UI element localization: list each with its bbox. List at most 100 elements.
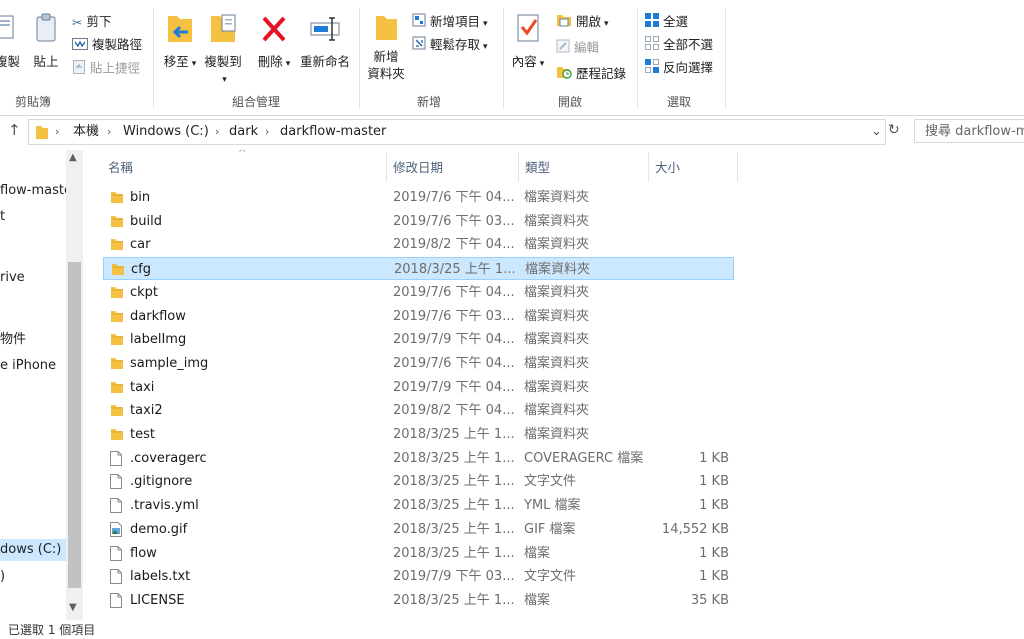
new-folder-label-line1: 新增 bbox=[373, 49, 399, 64]
file-name: car bbox=[130, 237, 151, 253]
open-folder-icon bbox=[556, 13, 572, 33]
nav-item-windows-c[interactable]: dows (C:) bbox=[0, 539, 66, 561]
file-type: 檔案 bbox=[524, 592, 551, 608]
up-arrow-icon[interactable]: ↑ bbox=[8, 121, 21, 139]
cut-button[interactable]: ✂ 剪下 bbox=[72, 12, 112, 32]
move-to-button[interactable]: 移至 ▾ bbox=[160, 12, 200, 70]
new-folder-button[interactable]: 新增 資料夾 bbox=[364, 12, 408, 82]
edit-button[interactable]: 編輯 bbox=[556, 38, 599, 58]
easy-access-label: 輕鬆存取 bbox=[430, 37, 481, 52]
table-row[interactable]: ckpt 2019/7/6 下午 04... 檔案資料夾 bbox=[103, 281, 734, 304]
address-dropdown-chevron-icon[interactable]: ⌄ bbox=[871, 120, 882, 144]
column-divider[interactable] bbox=[737, 152, 738, 182]
easy-access-button[interactable]: 輕鬆存取 ▾ bbox=[412, 35, 488, 55]
file-date: 2018/3/25 上午 1... bbox=[393, 545, 515, 561]
table-row[interactable]: taxi2 2019/8/2 下午 04... 檔案資料夾 bbox=[103, 399, 734, 422]
copy-button[interactable]: 複製 bbox=[0, 12, 20, 70]
file-date: 2018/3/25 上午 1... bbox=[393, 474, 515, 490]
file-type: 檔案資料夾 bbox=[524, 190, 590, 205]
file-name: bin bbox=[130, 190, 151, 205]
paste-button[interactable]: 貼上 bbox=[30, 12, 62, 70]
column-divider[interactable] bbox=[386, 152, 387, 182]
open-group-label: 開啟 bbox=[557, 95, 582, 109]
table-row[interactable]: taxi 2019/7/9 下午 04... 檔案資料夾 bbox=[103, 376, 734, 399]
nav-item-onedrive[interactable]: rive bbox=[0, 267, 25, 289]
select-all-button[interactable]: 全選 bbox=[645, 12, 688, 32]
folder-icon bbox=[110, 332, 124, 350]
breadcrumb-darkflow-master[interactable]: darkflow-master bbox=[280, 120, 386, 144]
file-type: 檔案資料夾 bbox=[525, 262, 591, 278]
table-row[interactable]: .coveragerc 2018/3/25 上午 1... COVERAGERC 檔… bbox=[103, 447, 734, 470]
nav-scroll-thumb[interactable] bbox=[68, 262, 81, 588]
select-none-button[interactable]: 全部不選 bbox=[645, 35, 713, 55]
table-row[interactable]: labelImg 2019/7/9 下午 04... 檔案資料夾 bbox=[103, 328, 734, 351]
rename-button[interactable]: 重新命名 bbox=[296, 12, 354, 70]
history-button[interactable]: 歷程記錄 bbox=[556, 64, 626, 84]
table-row[interactable]: demo.gif 2018/3/25 上午 1... GIF 檔案 14,552 KB bbox=[103, 518, 734, 541]
delete-x-icon bbox=[262, 16, 286, 42]
breadcrumb-chevron-icon[interactable]: › bbox=[215, 120, 219, 144]
column-header-date[interactable]: 修改日期 bbox=[393, 156, 443, 180]
breadcrumb-chevron-icon[interactable]: › bbox=[107, 120, 111, 144]
column-header-name[interactable]: 名稱 bbox=[108, 156, 133, 180]
column-divider[interactable] bbox=[648, 152, 649, 182]
file-size bbox=[639, 423, 729, 446]
easy-access-icon bbox=[412, 36, 426, 56]
delete-label: 刪除 ▾ bbox=[257, 54, 291, 69]
table-row[interactable]: .travis.yml 2018/3/25 上午 1... YML 檔案 1 KB bbox=[103, 494, 734, 517]
file-date: 2018/3/25 上午 1... bbox=[393, 427, 515, 442]
scroll-up-arrow-icon[interactable]: ▲ bbox=[69, 152, 77, 163]
table-row[interactable]: test 2018/3/25 上午 1... 檔案資料夾 bbox=[103, 423, 734, 446]
table-row[interactable]: labels.txt 2019/7/9 下午 03... 文字文件 1 KB bbox=[103, 565, 734, 588]
folder-icon bbox=[110, 356, 124, 374]
breadcrumb-dark[interactable]: dark bbox=[229, 120, 258, 144]
table-row[interactable]: build 2019/7/6 下午 03... 檔案資料夾 bbox=[103, 210, 734, 233]
file-type: 檔案資料夾 bbox=[524, 427, 590, 442]
address-bar[interactable]: › 本機 › Windows (C:) › dark › darkflow-ma… bbox=[28, 119, 886, 145]
nav-item-t[interactable]: t bbox=[0, 206, 5, 228]
search-input[interactable]: 搜尋 darkflow-m bbox=[914, 119, 1024, 143]
table-row-selected[interactable]: cfg 2018/3/25 上午 1... 檔案資料夾 bbox=[103, 257, 734, 281]
nav-item-3d-objects[interactable]: 物件 bbox=[0, 329, 26, 351]
column-divider[interactable] bbox=[518, 152, 519, 182]
file-date: 2019/7/9 下午 03... bbox=[393, 569, 515, 585]
table-row[interactable]: .gitignore 2018/3/25 上午 1... 文字文件 1 KB bbox=[103, 470, 734, 493]
column-header-type[interactable]: 類型 bbox=[525, 156, 550, 180]
refresh-icon[interactable]: ↻ bbox=[888, 122, 900, 138]
breadcrumb-chevron-icon[interactable]: › bbox=[55, 120, 59, 144]
table-row[interactable]: car 2019/8/2 下午 04... 檔案資料夾 bbox=[103, 233, 734, 256]
scroll-down-arrow-icon[interactable]: ▼ bbox=[69, 602, 77, 613]
table-row[interactable]: bin 2019/7/6 下午 04... 檔案資料夾 bbox=[103, 186, 734, 209]
file-size: 1 KB bbox=[699, 545, 729, 561]
breadcrumb-this-pc[interactable]: 本機 bbox=[73, 120, 99, 144]
table-row[interactable]: darkflow 2019/7/6 下午 03... 檔案資料夾 bbox=[103, 305, 734, 328]
breadcrumb-drive-c[interactable]: Windows (C:) bbox=[123, 120, 209, 144]
table-row[interactable]: sample_img 2019/7/6 下午 04... 檔案資料夾 bbox=[103, 352, 734, 375]
file-size: 1 KB bbox=[699, 569, 729, 585]
file-name: taxi2 bbox=[130, 403, 163, 419]
copy-path-button[interactable]: 複製路徑 bbox=[72, 35, 142, 55]
breadcrumb-chevron-icon[interactable]: › bbox=[265, 120, 269, 144]
nav-item-darkflow-master[interactable]: flow-maste bbox=[0, 180, 72, 202]
open-button[interactable]: 開啟 ▾ bbox=[556, 12, 609, 32]
paste-shortcut-button[interactable]: 貼上捷徑 bbox=[72, 58, 140, 78]
properties-button[interactable]: 內容 ▾ bbox=[508, 12, 548, 70]
new-item-button[interactable]: 新增項目 ▾ bbox=[412, 12, 488, 32]
delete-button[interactable]: 刪除 ▾ bbox=[256, 12, 292, 70]
ribbon: 複製 貼上 ✂ 剪下 複製路徑 貼上捷徑 剪貼簿 移至 ▾ 複製到▾ 刪除 ▾ … bbox=[0, 0, 1024, 116]
rename-label: 重新命名 bbox=[299, 54, 350, 69]
file-name: LICENSE bbox=[130, 592, 185, 608]
file-type: 檔案資料夾 bbox=[524, 213, 590, 229]
table-row[interactable]: flow 2018/3/25 上午 1... 檔案 1 KB bbox=[103, 542, 734, 565]
copy-to-button[interactable]: 複製到▾ bbox=[201, 12, 245, 85]
file-size bbox=[639, 305, 729, 328]
invert-selection-button[interactable]: 反向選擇 bbox=[645, 58, 713, 78]
group-divider bbox=[153, 8, 154, 108]
table-row[interactable]: LICENSE 2018/3/25 上午 1... 檔案 35 KB bbox=[103, 589, 734, 612]
column-header-size[interactable]: 大小 bbox=[655, 156, 680, 180]
file-icon bbox=[110, 592, 122, 612]
paste-shortcut-icon bbox=[72, 58, 86, 80]
folder-icon bbox=[110, 427, 124, 445]
nav-item-drive[interactable]: ) bbox=[0, 566, 5, 588]
nav-item-iphone[interactable]: e iPhone bbox=[0, 355, 56, 377]
